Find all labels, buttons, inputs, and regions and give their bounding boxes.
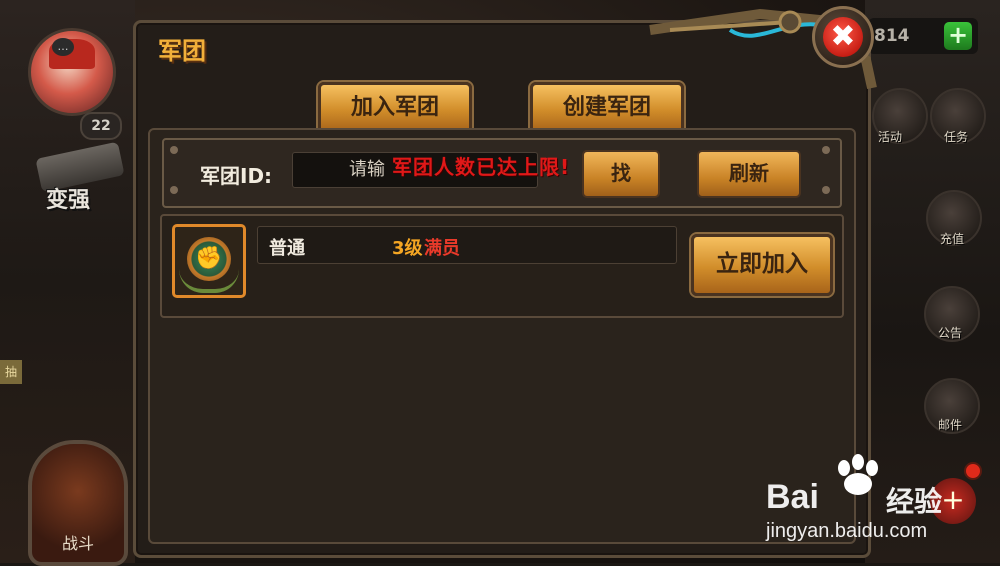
refresh-button[interactable]: 刷新 [697,150,801,198]
wreath-icon [179,269,239,293]
add-currency-button[interactable]: + [944,22,972,50]
legion-name: 普通 [269,238,305,259]
battle-button[interactable]: 战斗 [28,440,128,566]
mail-label: 邮件 [937,418,962,432]
strengthen-label: 变强 [46,188,91,213]
notification-dot [964,462,982,480]
legion-info-bar [257,226,677,264]
watermark-url: jingyan.baidu.com [766,520,928,542]
legion-level: 3级 [392,238,423,259]
watermark-brand-cn: 经验 [886,485,943,518]
rivet [822,186,830,194]
chat-icon[interactable]: … [52,38,74,56]
baidu-watermark: Bai 经验 jingyan.baidu.com [766,454,966,554]
legion-id-label: 军团ID: [200,164,273,188]
rivet [170,146,178,154]
task-label: 任务 [943,130,968,144]
strengthen-button[interactable]: 变强 [30,140,130,230]
legion-emblem: ✊ [172,224,246,298]
watermark-brand: Bai [766,478,819,516]
paw-icon [838,454,878,495]
close-button[interactable]: ✖ [812,6,874,68]
rivet [170,186,178,194]
currency-bar: 814 + [868,18,978,54]
notice-label: 公告 [937,326,962,340]
legion-status: 满员 [424,238,460,259]
panel-title: 军团 [158,36,206,65]
tab-join-legion[interactable]: 加入军团 [318,82,472,134]
tab-create-legion[interactable]: 创建军团 [530,82,684,134]
close-icon: ✖ [823,17,863,57]
recharge-label: 充值 [939,232,964,246]
player-level-badge: 22 [80,112,122,140]
battle-label: 战斗 [61,534,94,553]
error-toast: 军团人数已达上限! [392,155,571,179]
rivet [822,146,830,154]
left-side-tab[interactable]: 抽 [0,360,22,384]
join-now-button[interactable]: 立即加入 [691,234,833,296]
currency-amount: 814 [874,26,910,46]
